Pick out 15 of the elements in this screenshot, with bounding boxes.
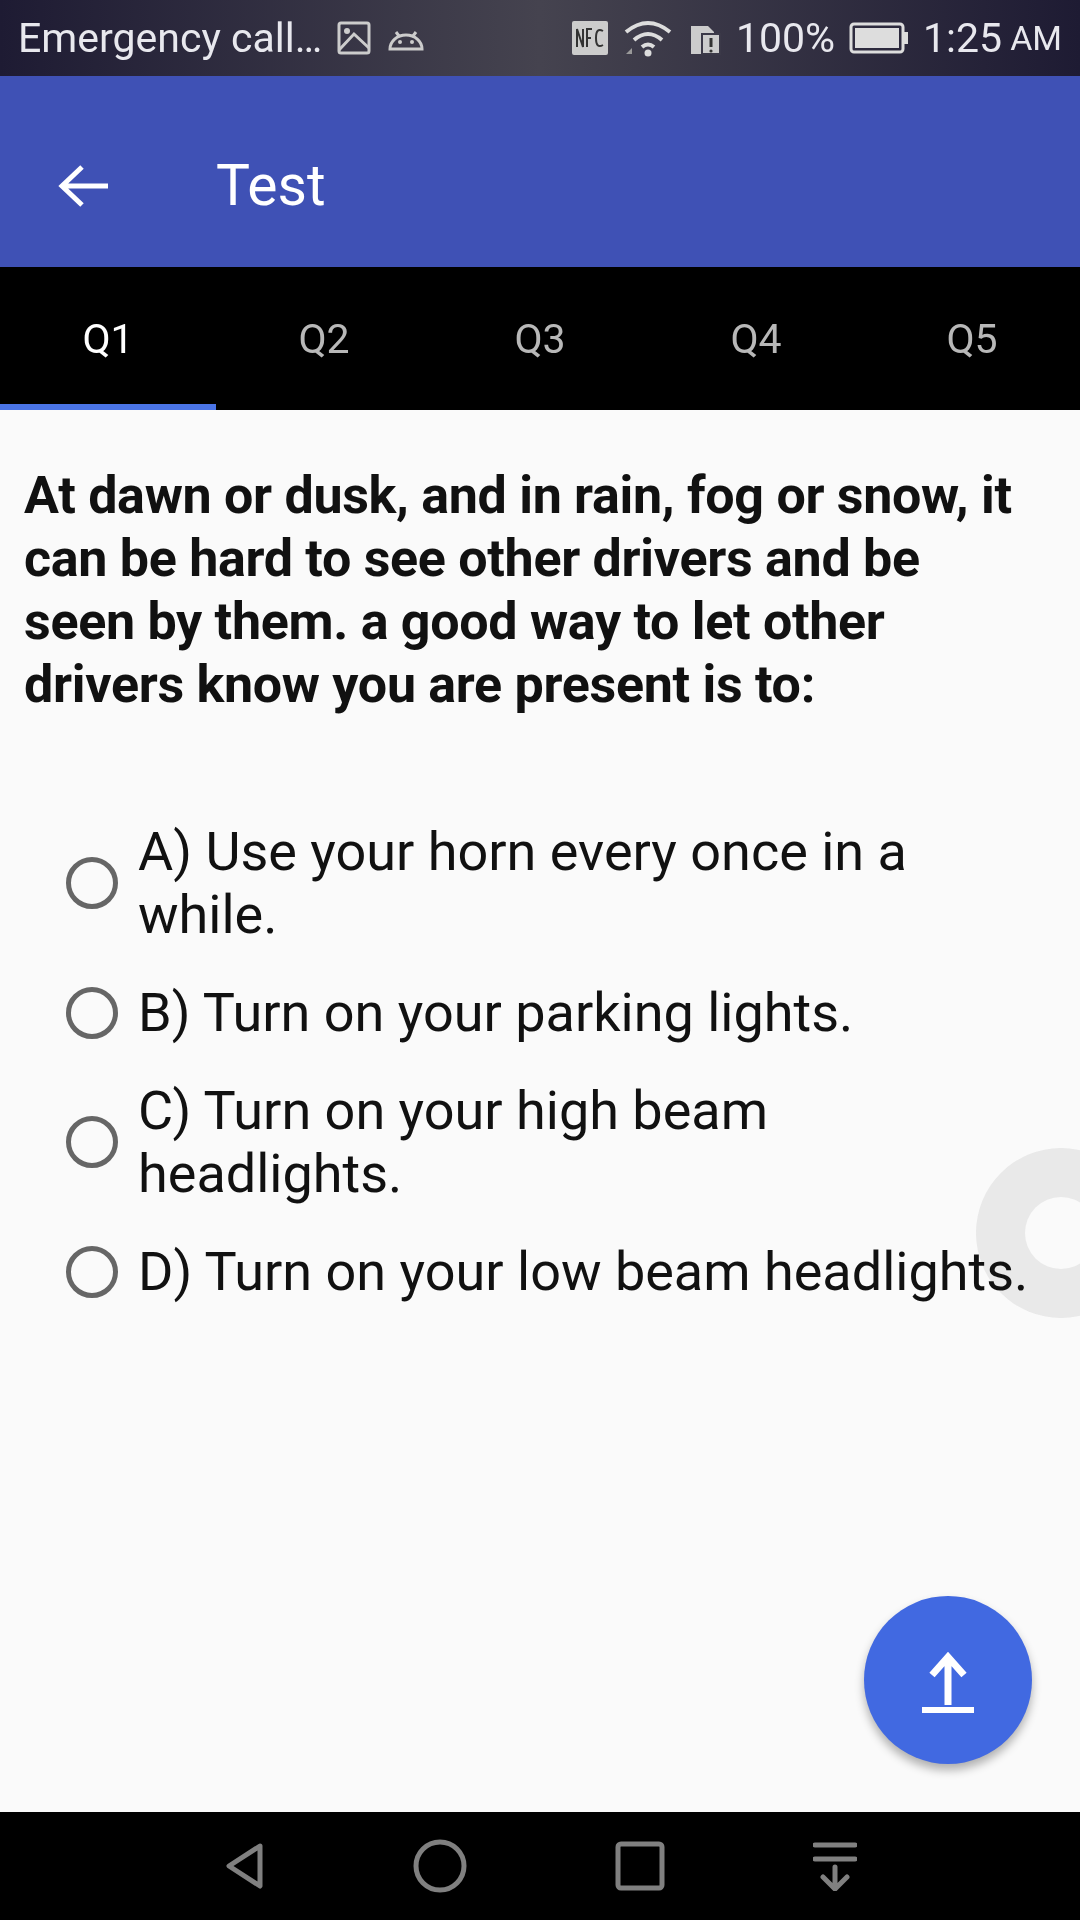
question-tab[interactable]: Q3	[432, 267, 648, 410]
question-tab[interactable]: Q1	[0, 267, 216, 410]
answer-option[interactable]: A) Use your horn every once in a while.	[138, 820, 1038, 946]
question-tab[interactable]: Q4	[648, 267, 864, 410]
clock-time: 1:25	[923, 14, 1003, 62]
battery-percentage: 100%	[735, 14, 836, 62]
answer-option[interactable]: B) Turn on your parking lights.	[138, 981, 854, 1044]
notification-text: Emergency call…	[18, 14, 323, 62]
question-text: At dawn or dusk, and in rain, fog or snow, it can be hard to see other drivers and be seen by them. a good way to let other drivers know you are present is to:	[24, 464, 1013, 716]
question-tab[interactable]: Q5	[864, 267, 1080, 410]
answer-option[interactable]: C) Turn on your high beam headlights.	[138, 1079, 1038, 1205]
answer-option[interactable]: D) Turn on your low beam headlights.	[138, 1240, 1029, 1303]
question-tab[interactable]: Q2	[216, 267, 432, 410]
screen-title: Test	[216, 152, 326, 219]
clock-meridiem: AM	[1010, 18, 1062, 58]
